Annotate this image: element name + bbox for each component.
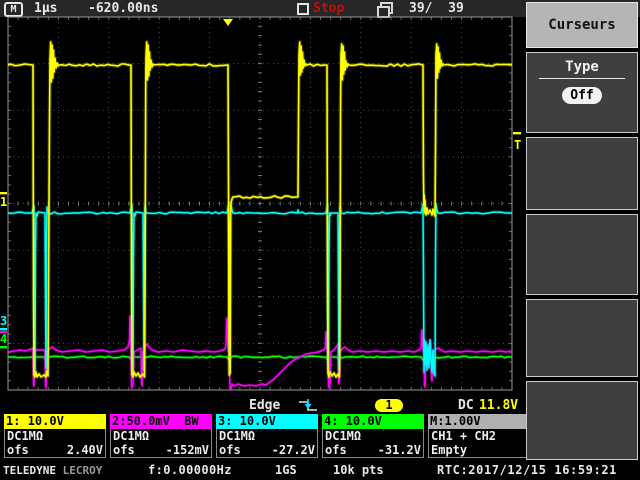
math-box[interactable]: M:1.00V CH1 + CH2 Empty <box>428 414 530 458</box>
channel-2-offset: -152mV <box>165 443 209 457</box>
channel-4-scale: 4: 10.0V <box>322 414 424 429</box>
offset-label: ofs <box>7 443 29 457</box>
trigger-level-value: 11.8V <box>479 398 519 413</box>
channel-3-scale: 3: 10.0V <box>216 414 318 429</box>
offset-label: ofs <box>219 443 241 457</box>
channel-3-position-marker <box>0 328 7 331</box>
channel-2-coupling: DC1MΩ <box>113 429 150 443</box>
channel-1-box[interactable]: 1: 10.0V DC1MΩ ofs 2.40V <box>4 414 106 458</box>
brand-logo: TELEDYNE LECROY <box>3 464 103 477</box>
channel-3-marker-label: 3 <box>0 314 7 328</box>
trigger-coupling: DC <box>458 398 474 413</box>
real-time-clock: RTC:2017/12/15 16:59:21 <box>437 463 617 477</box>
channel-4-position-marker <box>0 346 7 349</box>
channel-4-coupling: DC1MΩ <box>325 429 362 443</box>
channel-4-offset: -31.2V <box>377 443 421 457</box>
softkey-empty-4[interactable] <box>526 381 638 460</box>
channel-2-box[interactable]: 2:50.0mV BW DC1MΩ ofs -152mV <box>110 414 212 458</box>
falling-edge-arrow-icon <box>299 399 317 411</box>
trigger-level-marker <box>513 132 521 135</box>
waveform-display: 1 3 4 T <box>0 16 521 391</box>
math-status: Empty <box>431 443 468 457</box>
softkey-empty-2[interactable] <box>526 214 638 295</box>
channel-4-marker-label: 4 <box>0 332 7 346</box>
trigger-frequency: f:0.00000Hz <box>148 463 232 477</box>
channel-1-scale: 1: 10.0V <box>4 414 106 429</box>
channel-2-scale: 2:50.0mV BW <box>110 414 212 429</box>
divider <box>539 78 625 79</box>
offset-label: ofs <box>325 443 347 457</box>
channel-4-box[interactable]: 4: 10.0V DC1MΩ ofs -31.2V <box>322 414 424 458</box>
trigger-source-badge: 1 <box>375 399 403 412</box>
channel-descriptors: 1: 10.0V DC1MΩ ofs 2.40V 2:50.0mV BW DC1M… <box>4 414 530 458</box>
sample-rate: 1GS <box>275 463 297 477</box>
math-scale: M:1.00V <box>428 414 530 429</box>
type-label: Type <box>565 59 599 75</box>
bottom-status-bar: TELEDYNE LECROY f:0.00000Hz 1GS 10k pts … <box>0 461 640 480</box>
channel-1-coupling: DC1MΩ <box>7 429 44 443</box>
record-length: 10k pts <box>333 463 384 477</box>
softkey-menu: Curseurs Type Off <box>526 0 640 461</box>
type-value-pill[interactable]: Off <box>562 87 602 104</box>
menu-title-button[interactable]: Curseurs <box>526 2 638 48</box>
cursor-type-button[interactable]: Type Off <box>526 52 638 133</box>
channel-3-box[interactable]: 3: 10.0V DC1MΩ ofs -27.2V <box>216 414 318 458</box>
math-function: CH1 + CH2 <box>431 429 497 443</box>
softkey-empty-1[interactable] <box>526 137 638 210</box>
channel-1-marker-label: 1 <box>0 195 7 209</box>
oscilloscope-screen: M 1µs -620.00ns Stop 39/ 39 134T Edge 1 … <box>0 0 640 480</box>
trigger-level-marker-label: T <box>514 138 521 152</box>
trigger-mode-label: Edge <box>249 398 281 413</box>
menu-title: Curseurs <box>548 17 616 33</box>
trigger-time-marker <box>223 19 233 26</box>
channel-3-offset: -27.2V <box>271 443 315 457</box>
channel-3-coupling: DC1MΩ <box>219 429 256 443</box>
offset-label: ofs <box>113 443 135 457</box>
channel-1-offset: 2.40V <box>66 443 103 457</box>
softkey-empty-3[interactable] <box>526 299 638 377</box>
